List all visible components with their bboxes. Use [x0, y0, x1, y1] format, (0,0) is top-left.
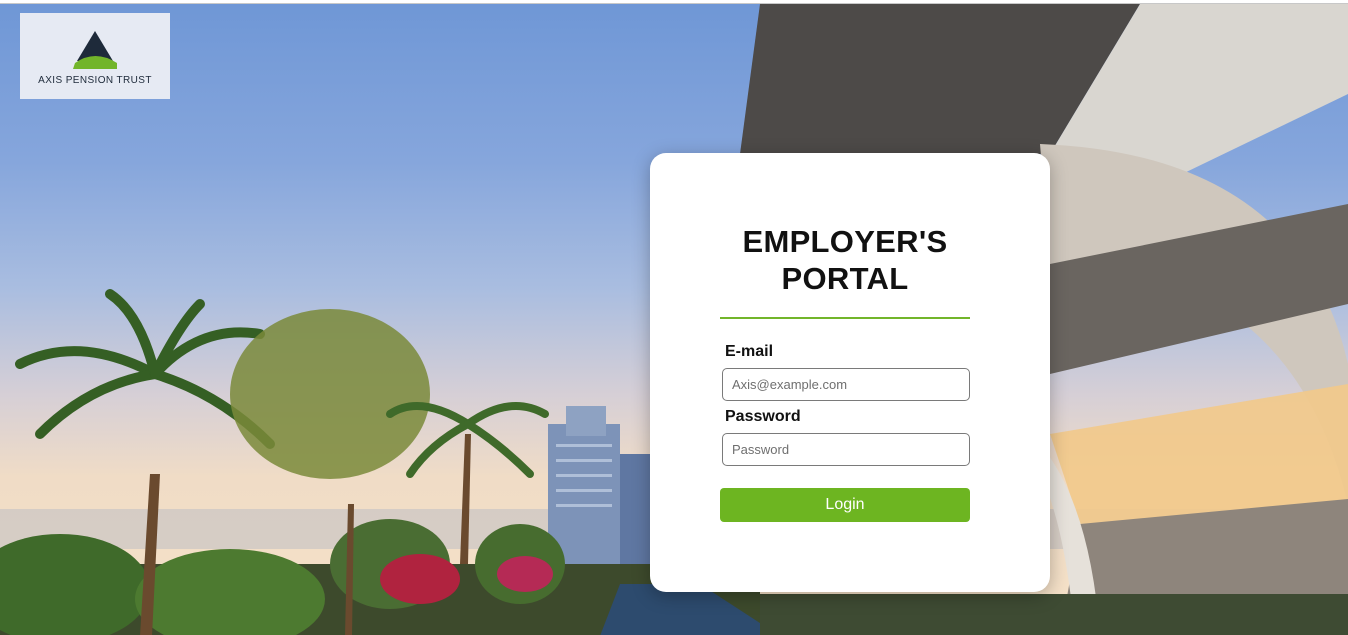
axis-triangle-logo-icon — [73, 30, 117, 69]
login-card: EMPLOYER'S PORTAL E-mail Password Login — [650, 153, 1050, 592]
password-label: Password — [725, 408, 801, 425]
brand-logo[interactable]: AXIS PENSION TRUST — [20, 13, 170, 99]
email-label: E-mail — [725, 343, 774, 360]
title-line-1: EMPLOYER'S — [742, 224, 948, 259]
title-divider — [720, 317, 970, 319]
brand-name: AXIS PENSION TRUST — [38, 74, 152, 86]
password-field[interactable] — [722, 433, 970, 466]
email-field[interactable] — [722, 368, 970, 401]
login-button[interactable]: Login — [720, 488, 970, 522]
title-line-2: PORTAL — [781, 261, 909, 296]
page-title: EMPLOYER'S PORTAL — [720, 223, 970, 297]
